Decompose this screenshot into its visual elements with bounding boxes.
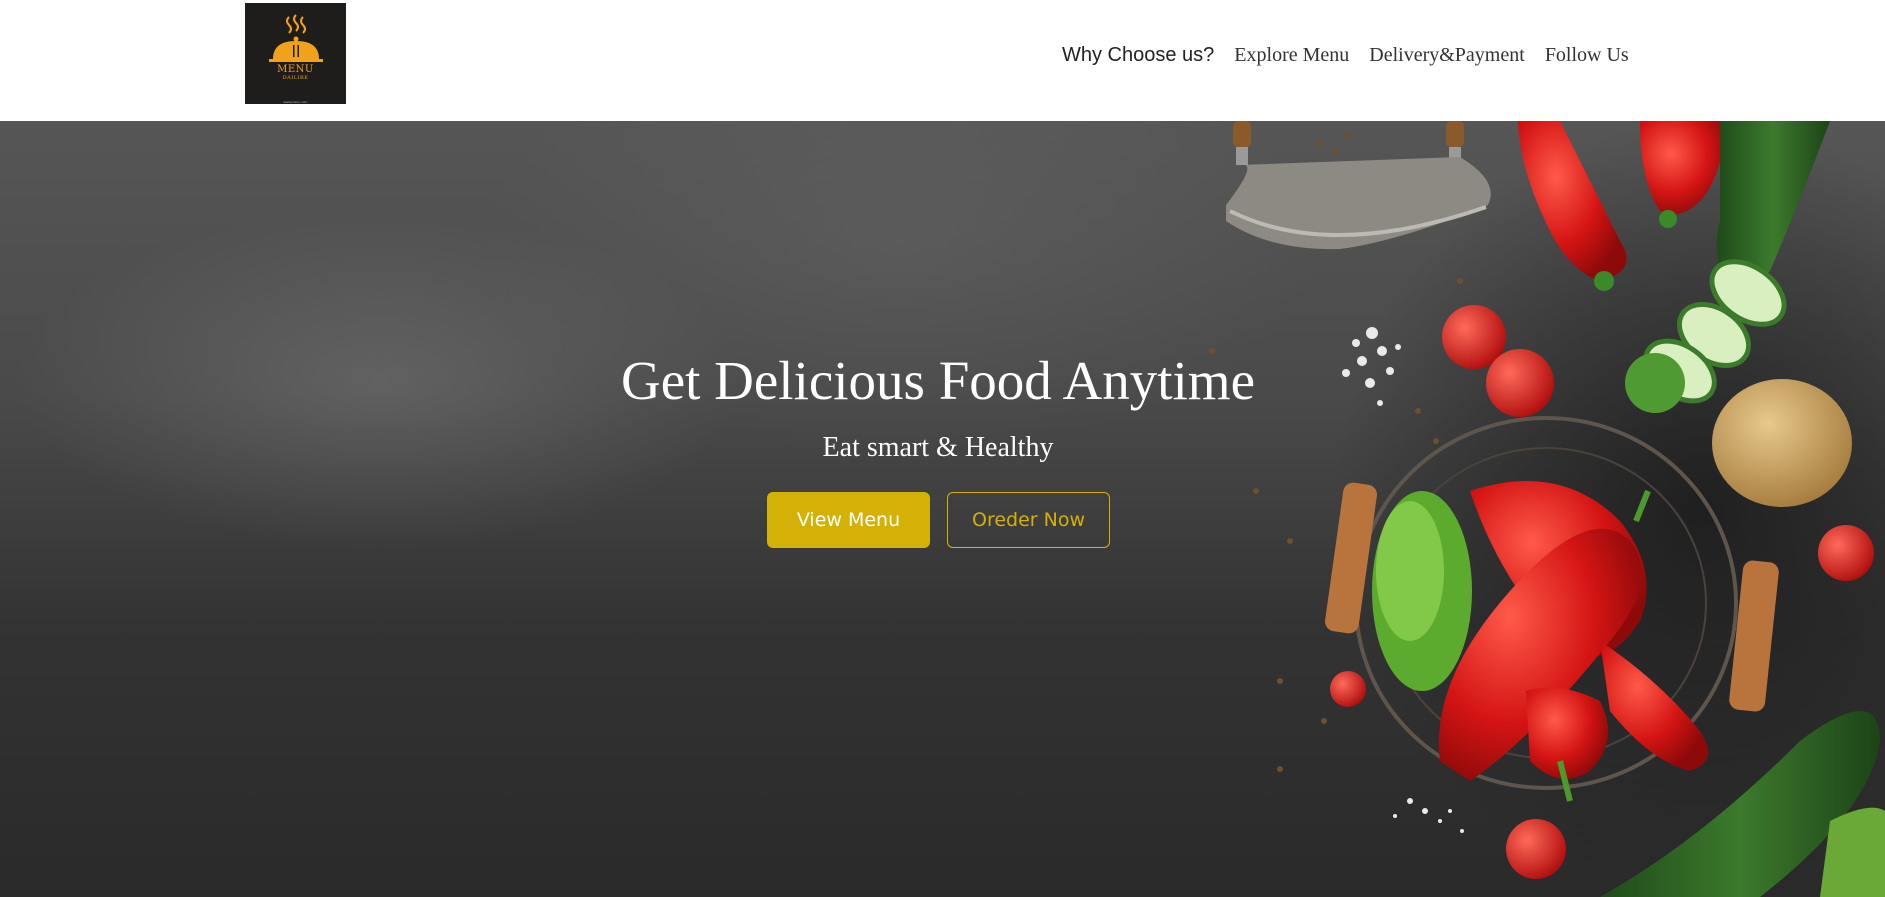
nav-explore-menu[interactable]: Explore Menu	[1234, 44, 1349, 67]
hero-title: Get Delicious Food Anytime	[621, 350, 1255, 411]
nav-why-choose-us[interactable]: Why Choose us?	[1062, 44, 1214, 67]
order-now-button[interactable]: Oreder Now	[947, 492, 1110, 548]
logo[interactable]: MENU DAILIRE www.menu.com	[245, 3, 346, 104]
view-menu-button[interactable]: View Menu	[767, 492, 930, 548]
hero-background-image	[1150, 121, 1885, 897]
nav-delivery-payment[interactable]: Delivery&Payment	[1369, 44, 1525, 67]
logo-tagline: DAILIRE	[282, 75, 309, 81]
cloche-icon	[269, 14, 323, 62]
logo-footer: www.menu.com	[283, 100, 308, 104]
main-nav: Why Choose us? Explore Menu Delivery&Pay…	[1062, 40, 1649, 70]
hero-subtitle: Eat smart & Healthy	[822, 432, 1054, 463]
nav-follow-us[interactable]: Follow Us	[1545, 44, 1629, 67]
navbar: MENU DAILIRE www.menu.com Why Choose us?…	[0, 0, 1885, 121]
hero-section: Get Delicious Food Anytime Eat smart & H…	[0, 121, 1885, 897]
logo-name: MENU	[277, 64, 314, 75]
